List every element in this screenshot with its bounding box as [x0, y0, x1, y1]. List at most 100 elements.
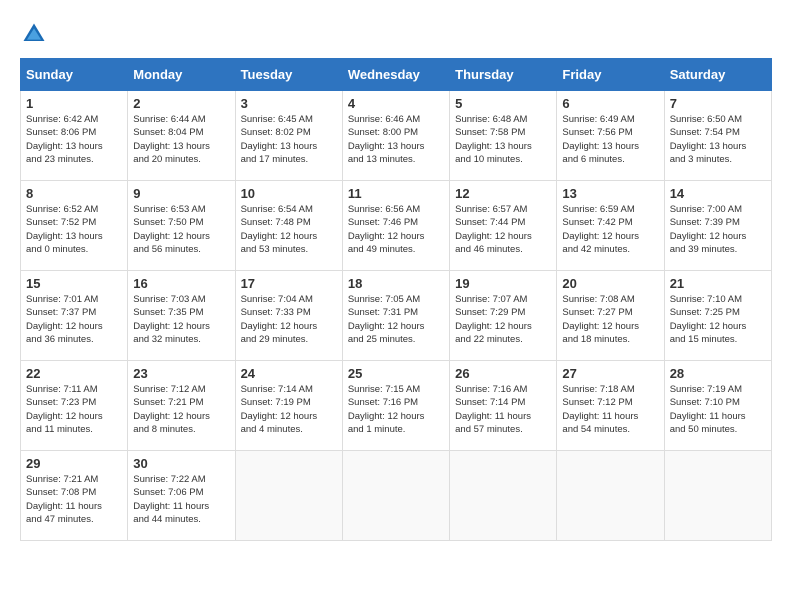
day-info: Sunrise: 6:49 AM Sunset: 7:56 PM Dayligh… [562, 113, 658, 166]
calendar-week-row: 29 Sunrise: 7:21 AM Sunset: 7:08 PM Dayli… [21, 451, 772, 541]
weekday-header-row: Sunday Monday Tuesday Wednesday Thursday… [21, 59, 772, 91]
day-number: 23 [133, 366, 229, 381]
table-row: 30Sunrise: 7:22 AM Sunset: 7:06 PM Dayli… [128, 451, 235, 541]
table-row: 27 Sunrise: 7:18 AM Sunset: 7:12 PM Dayli… [557, 361, 664, 451]
table-row: 3 Sunrise: 6:45 AM Sunset: 8:02 PM Daylig… [235, 91, 342, 181]
table-row: 17 Sunrise: 7:04 AM Sunset: 7:33 PM Dayli… [235, 271, 342, 361]
table-row: 10Sunrise: 6:54 AM Sunset: 7:48 PM Dayli… [235, 181, 342, 271]
day-info: Sunrise: 6:42 AM Sunset: 8:06 PM Dayligh… [26, 113, 122, 166]
day-info: Sunrise: 6:44 AM Sunset: 8:04 PM Dayligh… [133, 113, 229, 166]
day-info: Sunrise: 6:48 AM Sunset: 7:58 PM Dayligh… [455, 113, 551, 166]
day-number: 18 [348, 276, 444, 291]
header-wednesday: Wednesday [342, 59, 449, 91]
table-row: 11 Sunrise: 6:56 AM Sunset: 7:46 PM Dayli… [342, 181, 449, 271]
day-number: 24 [241, 366, 337, 381]
day-info: Sunrise: 7:19 AM Sunset: 7:10 PM Dayligh… [670, 383, 766, 436]
day-info: Sunrise: 7:11 AM Sunset: 7:23 PM Dayligh… [26, 383, 122, 436]
day-info: Sunrise: 7:12 AM Sunset: 7:21 PM Dayligh… [133, 383, 229, 436]
day-number: 26 [455, 366, 551, 381]
day-info: Sunrise: 7:03 AM Sunset: 7:35 PM Dayligh… [133, 293, 229, 346]
logo [20, 20, 52, 48]
page-header [20, 20, 772, 48]
table-row [557, 451, 664, 541]
day-number: 2 [133, 96, 229, 111]
day-number: 13 [562, 186, 658, 201]
day-info: Sunrise: 7:05 AM Sunset: 7:31 PM Dayligh… [348, 293, 444, 346]
day-number: 6 [562, 96, 658, 111]
day-info: Sunrise: 7:15 AM Sunset: 7:16 PM Dayligh… [348, 383, 444, 436]
day-info: Sunrise: 6:45 AM Sunset: 8:02 PM Dayligh… [241, 113, 337, 166]
header-monday: Monday [128, 59, 235, 91]
day-number: 3 [241, 96, 337, 111]
table-row: 8 Sunrise: 6:52 AM Sunset: 7:52 PM Daylig… [21, 181, 128, 271]
table-row: 6 Sunrise: 6:49 AM Sunset: 7:56 PM Daylig… [557, 91, 664, 181]
table-row: 9 Sunrise: 6:53 AM Sunset: 7:50 PM Daylig… [128, 181, 235, 271]
day-number: 22 [26, 366, 122, 381]
header-sunday: Sunday [21, 59, 128, 91]
table-row: 2 Sunrise: 6:44 AM Sunset: 8:04 PM Daylig… [128, 91, 235, 181]
day-info: Sunrise: 7:04 AM Sunset: 7:33 PM Dayligh… [241, 293, 337, 346]
table-row: 16 Sunrise: 7:03 AM Sunset: 7:35 PM Dayli… [128, 271, 235, 361]
day-info: Sunrise: 6:46 AM Sunset: 8:00 PM Dayligh… [348, 113, 444, 166]
calendar-week-row: 8 Sunrise: 6:52 AM Sunset: 7:52 PM Daylig… [21, 181, 772, 271]
table-row: 21 Sunrise: 7:10 AM Sunset: 7:25 PM Dayli… [664, 271, 771, 361]
table-row [235, 451, 342, 541]
table-row: 1 Sunrise: 6:42 AM Sunset: 8:06 PM Daylig… [21, 91, 128, 181]
day-number: 8 [26, 186, 122, 201]
day-info: Sunrise: 7:18 AM Sunset: 7:12 PM Dayligh… [562, 383, 658, 436]
day-info: Sunrise: 7:16 AM Sunset: 7:14 PM Dayligh… [455, 383, 551, 436]
day-number: 9 [133, 186, 229, 201]
day-info: Sunrise: 7:14 AM Sunset: 7:19 PM Dayligh… [241, 383, 337, 436]
day-number: 29 [26, 456, 122, 471]
header-tuesday: Tuesday [235, 59, 342, 91]
day-info: Sunrise: 6:52 AM Sunset: 7:52 PM Dayligh… [26, 203, 122, 256]
day-info: Sunrise: 6:54 AM Sunset: 7:48 PM Dayligh… [241, 203, 337, 256]
day-info: Sunrise: 7:01 AM Sunset: 7:37 PM Dayligh… [26, 293, 122, 346]
day-info: Sunrise: 6:50 AM Sunset: 7:54 PM Dayligh… [670, 113, 766, 166]
table-row: 23 Sunrise: 7:12 AM Sunset: 7:21 PM Dayli… [128, 361, 235, 451]
day-info: Sunrise: 7:10 AM Sunset: 7:25 PM Dayligh… [670, 293, 766, 346]
table-row: 15 Sunrise: 7:01 AM Sunset: 7:37 PM Dayli… [21, 271, 128, 361]
day-number: 12 [455, 186, 551, 201]
day-info: Sunrise: 6:53 AM Sunset: 7:50 PM Dayligh… [133, 203, 229, 256]
table-row: 14Sunrise: 7:00 AM Sunset: 7:39 PM Dayli… [664, 181, 771, 271]
day-number: 16 [133, 276, 229, 291]
table-row: 7Sunrise: 6:50 AM Sunset: 7:54 PM Daylig… [664, 91, 771, 181]
table-row: 22 Sunrise: 7:11 AM Sunset: 7:23 PM Dayli… [21, 361, 128, 451]
calendar-week-row: 1 Sunrise: 6:42 AM Sunset: 8:06 PM Daylig… [21, 91, 772, 181]
table-row: 25 Sunrise: 7:15 AM Sunset: 7:16 PM Dayli… [342, 361, 449, 451]
day-number: 15 [26, 276, 122, 291]
header-saturday: Saturday [664, 59, 771, 91]
day-number: 19 [455, 276, 551, 291]
table-row: 18 Sunrise: 7:05 AM Sunset: 7:31 PM Dayli… [342, 271, 449, 361]
day-number: 11 [348, 186, 444, 201]
day-info: Sunrise: 7:00 AM Sunset: 7:39 PM Dayligh… [670, 203, 766, 256]
day-number: 1 [26, 96, 122, 111]
calendar-table: Sunday Monday Tuesday Wednesday Thursday… [20, 58, 772, 541]
calendar-week-row: 22 Sunrise: 7:11 AM Sunset: 7:23 PM Dayli… [21, 361, 772, 451]
table-row: 4 Sunrise: 6:46 AM Sunset: 8:00 PM Daylig… [342, 91, 449, 181]
day-number: 28 [670, 366, 766, 381]
table-row: 24 Sunrise: 7:14 AM Sunset: 7:19 PM Dayli… [235, 361, 342, 451]
day-info: Sunrise: 7:21 AM Sunset: 7:08 PM Dayligh… [26, 473, 122, 526]
logo-icon [20, 20, 48, 48]
day-number: 5 [455, 96, 551, 111]
day-number: 27 [562, 366, 658, 381]
day-info: Sunrise: 6:57 AM Sunset: 7:44 PM Dayligh… [455, 203, 551, 256]
day-info: Sunrise: 6:56 AM Sunset: 7:46 PM Dayligh… [348, 203, 444, 256]
day-number: 25 [348, 366, 444, 381]
day-number: 20 [562, 276, 658, 291]
table-row [342, 451, 449, 541]
table-row: 26 Sunrise: 7:16 AM Sunset: 7:14 PM Dayli… [450, 361, 557, 451]
table-row [664, 451, 771, 541]
table-row: 19Sunrise: 7:07 AM Sunset: 7:29 PM Dayli… [450, 271, 557, 361]
day-number: 17 [241, 276, 337, 291]
table-row: 12 Sunrise: 6:57 AM Sunset: 7:44 PM Dayli… [450, 181, 557, 271]
day-number: 21 [670, 276, 766, 291]
day-info: Sunrise: 6:59 AM Sunset: 7:42 PM Dayligh… [562, 203, 658, 256]
table-row [450, 451, 557, 541]
day-info: Sunrise: 7:22 AM Sunset: 7:06 PM Dayligh… [133, 473, 229, 526]
table-row: 13 Sunrise: 6:59 AM Sunset: 7:42 PM Dayli… [557, 181, 664, 271]
day-number: 4 [348, 96, 444, 111]
table-row: 20Sunrise: 7:08 AM Sunset: 7:27 PM Dayli… [557, 271, 664, 361]
